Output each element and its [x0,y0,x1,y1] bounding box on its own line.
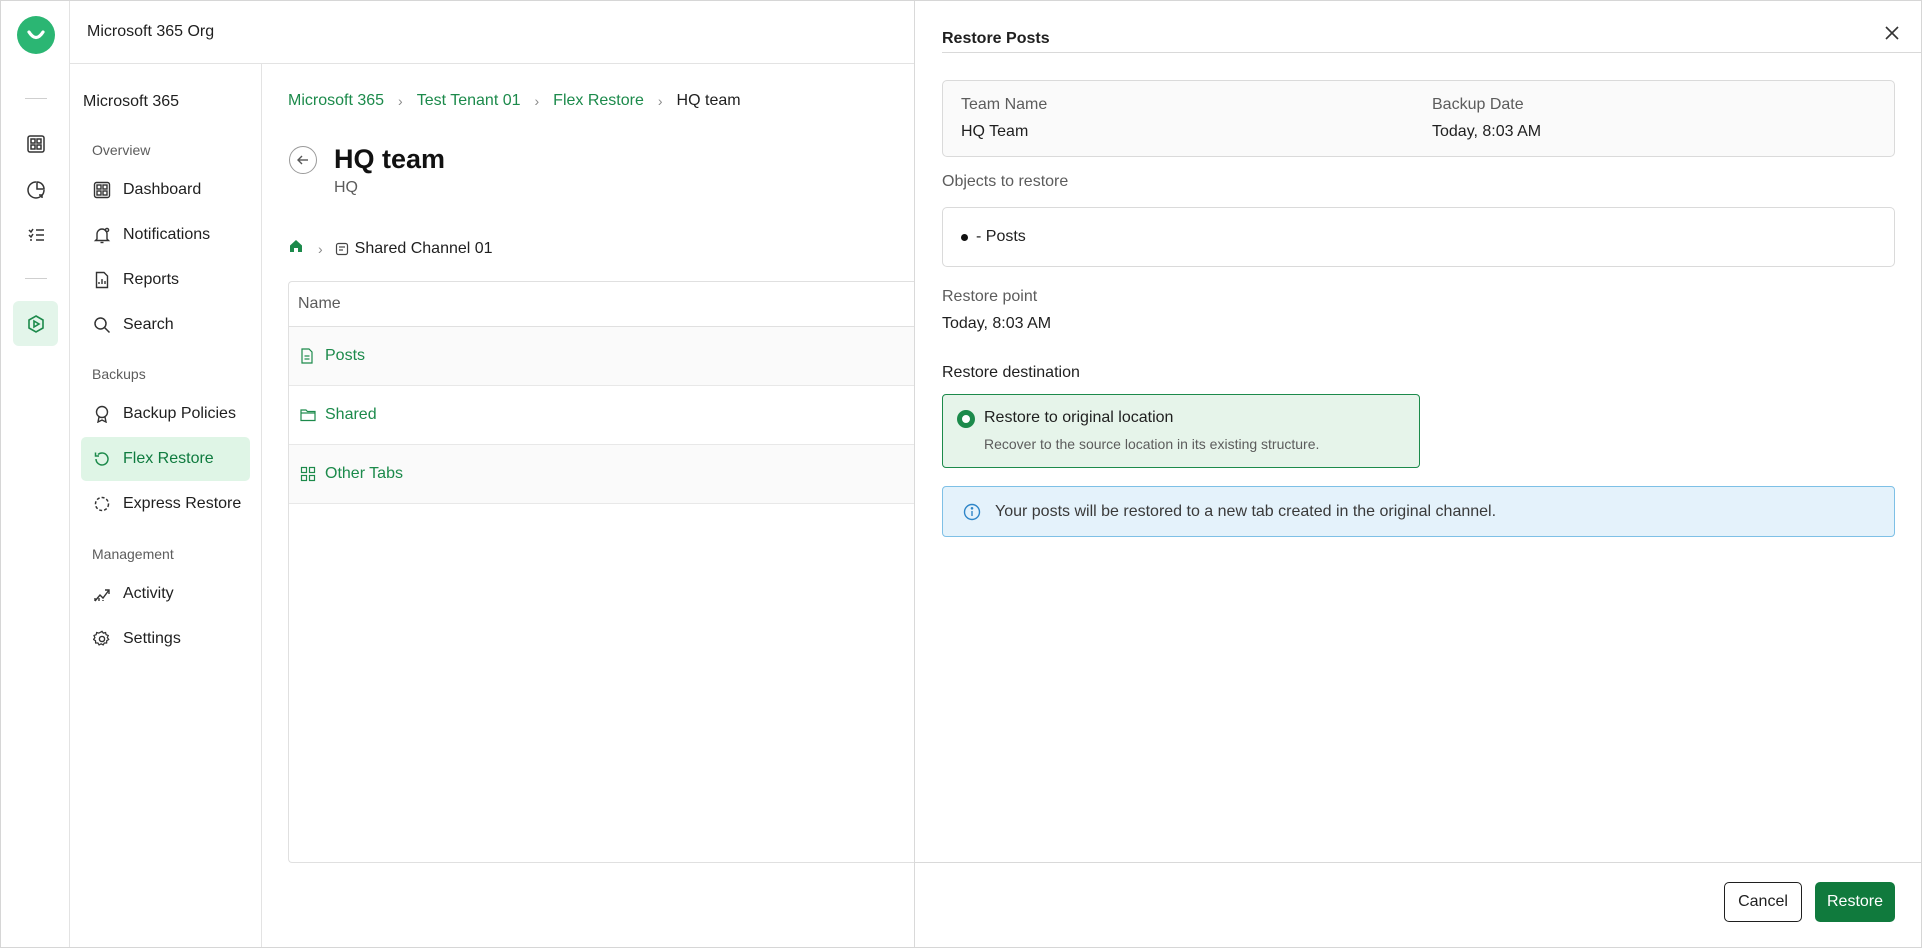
panel-title: Restore Posts [942,30,1050,47]
info-text: Your posts will be restored to a new tab… [995,502,1497,520]
backup-date-label: Backup Date [1432,96,1524,113]
team-name-label: Team Name [961,96,1048,113]
sidebar-item-dashboard[interactable]: Dashboard [81,168,250,212]
destination-label: Restore destination [942,364,1080,381]
row-name: Other Tabs [325,465,403,482]
footer-divider [915,862,1921,863]
sidebar-item-express-restore[interactable]: Express Restore [81,482,250,526]
close-icon[interactable] [1882,23,1902,43]
restore-point-value: Today, 8:03 AM [942,315,1052,332]
rail-divider [25,98,47,99]
breadcrumb-link-microsoft-365[interactable]: Microsoft 365 [288,92,384,110]
bullet [961,233,968,241]
icon-rail [1,1,70,947]
document-icon [300,348,316,364]
sidebar-item-label: Reports [123,271,180,288]
breadcrumb-link-flex-restore[interactable]: Flex Restore [553,92,644,110]
back-button[interactable] [289,146,317,174]
sidebar-item-label: Flex Restore [123,450,214,467]
breadcrumb: Microsoft 365 › Test Tenant 01 › Flex Re… [288,92,741,110]
table-row[interactable]: Other Tabs [289,445,915,504]
chevron-right-icon: › [318,240,323,257]
restore-button[interactable]: Restore [1815,882,1895,922]
location-path: › Shared Channel 01 [288,238,493,259]
team-name-value: HQ Team [961,123,1029,140]
app-window: Microsoft 365 Org Microsoft 365 Overview… [0,0,1922,948]
search-icon [92,315,112,335]
restore-panel: Restore Posts Team Name HQ Team Backup D… [914,1,1921,947]
folder-icon [300,407,316,423]
info-message: Your posts will be restored to a new tab… [942,486,1895,537]
rail-divider [25,278,47,279]
section-management: Management [92,546,174,562]
page-title: HQ team [334,144,446,174]
channel-name[interactable]: Shared Channel 01 [355,240,493,258]
bell-icon [92,225,112,245]
list-item: - Posts [976,228,1026,245]
dashboard-icon[interactable] [13,121,58,166]
destination-option-title: Restore to original location [984,409,1174,426]
cancel-button[interactable]: Cancel [1724,882,1802,922]
destination-option-description: Recover to the source location in its ex… [984,436,1320,452]
arrow-left-icon [297,155,308,165]
sidebar-item-label: Backup Policies [123,405,236,422]
restore-point-label: Restore point [942,288,1038,305]
page-subtitle: HQ [334,179,358,196]
radio-selected[interactable] [957,410,975,428]
sidebar-item-settings[interactable]: Settings [81,617,250,661]
objects-list: - Posts [942,207,1895,267]
flex-restore-icon[interactable] [13,301,58,346]
sidebar-item-label: Search [123,316,174,333]
express-restore-icon [92,494,112,514]
sidebar-item-label: Activity [123,585,174,602]
section-overview: Overview [92,142,151,158]
sidebar-item-search[interactable]: Search [81,303,250,347]
destination-option-original[interactable]: Restore to original location Recover to … [942,394,1420,468]
table-row[interactable]: Posts [289,327,915,386]
items-table: Name Posts Shared Other Tabs [288,281,915,863]
activity-icon [92,584,112,604]
sidebar-title: Microsoft 365 [83,93,180,110]
gear-icon [92,629,112,649]
sidebar-item-label: Settings [123,630,181,647]
sidebar-item-backup-policies[interactable]: Backup Policies [81,392,250,436]
tasks-list-icon[interactable] [13,212,58,257]
channel-icon [335,242,349,256]
row-name: Posts [325,347,366,364]
row-name: Shared [325,406,377,423]
home-icon[interactable] [288,238,304,259]
app-logo-icon[interactable] [17,16,55,54]
sidebar-item-label: Notifications [123,226,211,243]
summary-card: Team Name HQ Team Backup Date Today, 8:0… [942,80,1895,157]
info-icon [963,502,983,522]
sidebar-item-flex-restore[interactable]: Flex Restore [81,437,250,481]
sidebar-item-label: Express Restore [123,495,242,512]
sidebar-item-label: Dashboard [123,181,202,198]
reports-chart-icon[interactable] [13,167,58,212]
grid-icon [300,466,316,482]
restore-icon [92,449,112,469]
breadcrumb-current: HQ team [676,92,741,109]
column-header-name[interactable]: Name [289,282,915,327]
main-content: Microsoft 365 › Test Tenant 01 › Flex Re… [262,64,915,947]
chevron-right-icon: › [398,93,403,109]
report-icon [92,270,112,290]
policy-icon [92,404,112,424]
breadcrumb-link-tenant[interactable]: Test Tenant 01 [417,92,521,110]
dashboard-icon [92,180,112,200]
objects-label: Objects to restore [942,173,1069,190]
org-name[interactable]: Microsoft 365 Org [87,23,214,41]
chevron-right-icon: › [657,93,663,109]
sidebar: Microsoft 365 Overview Dashboard Notific… [70,64,262,947]
section-backups: Backups [92,366,146,382]
table-row[interactable]: Shared [289,386,915,445]
chevron-right-icon: › [534,93,540,109]
sidebar-item-reports[interactable]: Reports [81,258,250,302]
sidebar-item-notifications[interactable]: Notifications [81,213,250,257]
backup-date-value: Today, 8:03 AM [1432,123,1542,140]
sidebar-item-activity[interactable]: Activity [81,572,250,616]
panel-divider [942,52,1921,53]
